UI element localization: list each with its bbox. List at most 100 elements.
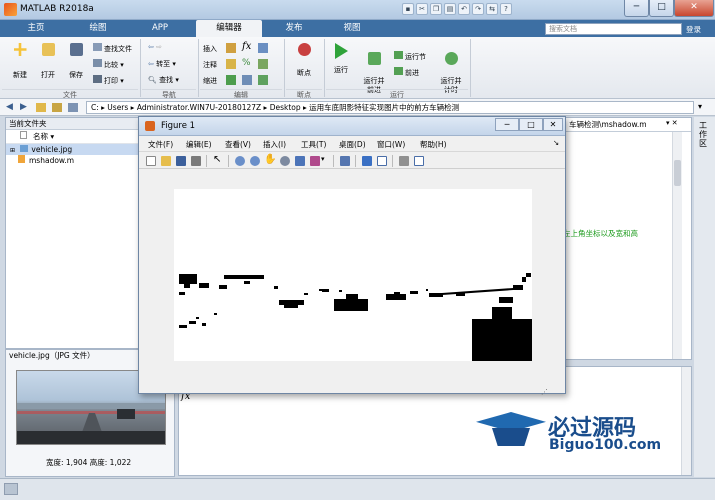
decrease-indent-icon[interactable] [258, 75, 268, 85]
menu-insert[interactable]: 插入(I) [263, 139, 286, 150]
address-bar: ◀ ▶ C: ▸ Users ▸ Administrator.WIN7U-201… [0, 99, 715, 116]
back-forward-buttons[interactable]: ⇦ ⇨ [148, 43, 162, 51]
switch-windows-icon[interactable]: ⇆ [486, 3, 498, 15]
zoom-in-icon[interactable] [235, 156, 245, 166]
editor-ribbon: 新建 打开 保存 查找文件 比较 ▾ 打印 ▾ 文件 ⇦ ⇨ ⇦ 转至 ▾ 🔍︎… [0, 37, 715, 99]
tab-view[interactable]: 视图 [324, 20, 380, 37]
figure-maximize-button[interactable]: □ [519, 118, 543, 131]
smart-indent-icon[interactable] [226, 75, 236, 85]
matlab-logo-icon [4, 3, 17, 16]
close-button[interactable]: ✕ [674, 0, 714, 17]
goto-button[interactable]: ⇦ 转至 ▾ [148, 59, 176, 69]
data-cursor-icon[interactable] [295, 156, 305, 166]
indent-button[interactable]: 缩进 [203, 76, 217, 86]
increase-indent-icon[interactable] [242, 75, 252, 85]
comment-button[interactable]: 注释 [203, 60, 217, 70]
new-button[interactable]: 新建 [8, 43, 32, 80]
menu-desktop[interactable]: 桌面(D) [339, 139, 366, 150]
insert-cell-icon[interactable] [226, 43, 236, 53]
magnifier-icon: 🔍︎ [148, 76, 157, 84]
pointer-icon[interactable]: ↖ [213, 154, 221, 165]
paste-quick-icon[interactable]: ▤ [444, 3, 456, 15]
run-and-time-button[interactable]: 运行并 计时 [436, 43, 466, 95]
group-divider [470, 39, 471, 97]
menu-window[interactable]: 窗口(W) [377, 139, 405, 150]
figure-close-button[interactable]: ✕ [543, 118, 563, 131]
print-button[interactable]: 打印 ▾ [93, 75, 124, 86]
find-files-button[interactable]: 查找文件 [93, 43, 132, 54]
copy-quick-icon[interactable]: ❐ [430, 3, 442, 15]
save-quick-icon[interactable]: ▪ [402, 3, 414, 15]
run-button[interactable]: 运行 [328, 43, 354, 75]
search-docs-input[interactable]: 搜索文档 [545, 23, 682, 35]
tab-plots[interactable]: 绘图 [70, 20, 126, 37]
forward-icon[interactable]: ▶ [20, 102, 27, 112]
compare-button[interactable]: 比较 ▾ [93, 59, 124, 70]
insert-function-icon[interactable] [258, 43, 268, 53]
menu-edit[interactable]: 编辑(E) [186, 139, 212, 150]
folder-icon[interactable] [36, 103, 46, 112]
figure-resize-grip[interactable]: ⋰ [541, 388, 548, 396]
compare-icon [93, 59, 102, 67]
run-and-advance-button[interactable]: 运行并 前进 [358, 43, 390, 95]
pan-hand-icon[interactable]: ✋ [264, 154, 276, 165]
current-folder-path[interactable]: C: ▸ Users ▸ Administrator.WIN7U-2018012… [86, 101, 694, 114]
link-plot-icon[interactable] [340, 156, 350, 166]
menu-file[interactable]: 文件(F) [148, 139, 173, 150]
run-section-button[interactable]: 运行节 [394, 51, 426, 62]
tab-publish[interactable]: 发布 [266, 20, 322, 37]
redo-quick-icon[interactable]: ↷ [472, 3, 484, 15]
workspace-strip[interactable]: 工作区 [694, 117, 715, 477]
signin-link[interactable]: 登录 [686, 24, 701, 35]
path-dropdown-icon[interactable]: ▾ [698, 102, 702, 111]
maximize-button[interactable]: □ [649, 0, 674, 17]
run-advance-icon [367, 52, 381, 65]
cut-quick-icon[interactable]: ✂ [416, 3, 428, 15]
open-button[interactable]: 打开 [36, 43, 60, 80]
new-figure-icon[interactable] [146, 156, 156, 166]
tab-home[interactable]: 主页 [8, 20, 64, 37]
image-dimensions: 宽度: 1,904 高度: 1,022 [46, 458, 132, 467]
percent-comment-icon[interactable]: % [242, 58, 251, 68]
rotate-3d-icon[interactable] [280, 156, 290, 166]
menu-dock-icon[interactable]: ↘ [553, 138, 559, 147]
show-plot-tools-icon[interactable] [414, 156, 424, 166]
open-file-icon[interactable] [161, 156, 171, 166]
command-scrollbar[interactable] [681, 367, 691, 475]
colorbar-icon[interactable] [362, 156, 372, 166]
editor-tab-path[interactable]: 车辆检测\mshadow.m [569, 119, 647, 130]
zoom-out-icon[interactable] [250, 156, 260, 166]
tab-editor[interactable]: 编辑器 [196, 20, 262, 37]
menu-help[interactable]: 帮助(H) [420, 139, 447, 150]
brush-icon[interactable] [310, 156, 320, 166]
save-figure-icon[interactable] [176, 156, 186, 166]
browse-folder-icon[interactable] [68, 103, 78, 112]
comment-icon[interactable] [226, 59, 236, 69]
editor-scrollbar[interactable] [672, 132, 682, 359]
advance-button[interactable]: 前进 [394, 67, 419, 78]
insert-button[interactable]: 插入 [203, 44, 217, 54]
menu-tools[interactable]: 工具(T) [301, 139, 326, 150]
help-quick-icon[interactable]: ? [500, 3, 512, 15]
find-button[interactable]: 🔍︎ 查找 ▾ [148, 75, 179, 85]
group-label-breakpoints: 断点 [286, 89, 322, 99]
print-figure-icon[interactable] [191, 156, 201, 166]
binary-image-axes[interactable] [174, 189, 532, 361]
uncomment-icon[interactable] [258, 59, 268, 69]
minimize-button[interactable]: ─ [624, 0, 649, 17]
back-icon[interactable]: ◀ [6, 102, 13, 112]
tab-apps[interactable]: APP [132, 20, 188, 37]
menu-view[interactable]: 查看(V) [225, 139, 251, 150]
figure-logo-icon [145, 121, 155, 131]
up-folder-icon[interactable] [52, 103, 62, 112]
group-divider [284, 39, 285, 97]
undo-quick-icon[interactable]: ↶ [458, 3, 470, 15]
editor-menu-icon[interactable]: ▾ ✕ [666, 119, 678, 127]
legend-icon[interactable] [377, 156, 387, 166]
save-button[interactable]: 保存 [64, 43, 88, 80]
figure-minimize-button[interactable]: ─ [495, 118, 519, 131]
brush-dropdown-icon[interactable]: ▾ [321, 155, 325, 163]
hide-plot-tools-icon[interactable] [399, 156, 409, 166]
fx-icon[interactable]: fx [242, 41, 251, 52]
breakpoints-button[interactable]: 断点 [290, 43, 318, 78]
